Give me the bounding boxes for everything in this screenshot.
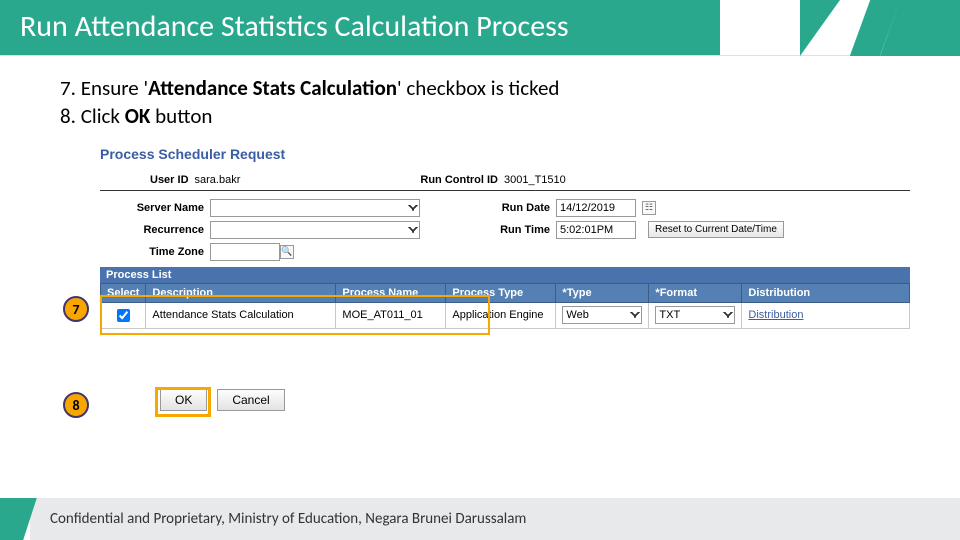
footer-text: Confidential and Proprietary, Ministry o… — [30, 498, 960, 540]
divider — [100, 190, 910, 191]
attendance-stats-checkbox[interactable] — [117, 309, 130, 322]
instruction-step-7: 7. Ensure 'Attendance Stats Calculation'… — [60, 74, 900, 102]
lookup-icon[interactable]: 🔍 — [280, 245, 294, 259]
step-8-num: 8. — [60, 103, 81, 129]
col-distribution: Distribution — [742, 283, 910, 302]
step-8-bold: OK — [125, 103, 151, 129]
col-process-name: Process Name — [336, 283, 446, 302]
step-7-num: 7. — [60, 75, 81, 101]
psr-heading: Process Scheduler Request — [100, 146, 910, 162]
row-process-type: Application Engine — [446, 302, 556, 328]
user-id-label: User ID — [150, 174, 189, 186]
cancel-button[interactable]: Cancel — [217, 389, 284, 411]
calendar-icon[interactable]: ☷ — [642, 201, 656, 215]
recurrence-select[interactable] — [210, 221, 420, 239]
footer: Confidential and Proprietary, Ministry o… — [0, 498, 960, 540]
step-8-text-b: button — [150, 103, 212, 129]
col-description: Description — [146, 283, 336, 302]
run-date-input[interactable] — [556, 199, 636, 217]
recurrence-label: Recurrence — [100, 224, 210, 236]
run-time-label: Run Time — [480, 224, 550, 236]
col-select: Select — [101, 283, 146, 302]
row-description: Attendance Stats Calculation — [146, 302, 336, 328]
row-process-name: MOE_AT011_01 — [336, 302, 446, 328]
step-7-text-b: ' checkbox is ticked — [397, 75, 559, 101]
time-zone-input[interactable] — [210, 243, 280, 261]
slide-title: Run Attendance Statistics Calculation Pr… — [0, 0, 720, 55]
distribution-link[interactable]: Distribution — [748, 309, 803, 321]
ok-button[interactable]: OK — [160, 389, 207, 411]
user-id-value: sara.bakr — [195, 174, 241, 186]
col-type: Type — [562, 287, 591, 299]
type-select[interactable]: Web — [562, 306, 642, 324]
step-7-bold: Attendance Stats Calculation — [148, 75, 397, 101]
callout-7: 7 — [63, 296, 89, 322]
run-control-id-value: 3001_T1510 — [504, 174, 566, 186]
time-zone-label: Time Zone — [100, 246, 210, 258]
dialog-buttons: OK Cancel — [160, 389, 910, 411]
process-scheduler-screenshot: Process Scheduler Request User ID sara.b… — [100, 146, 910, 411]
slide-title-bar: Run Attendance Statistics Calculation Pr… — [0, 0, 960, 56]
col-format: Format — [655, 287, 697, 299]
run-time-input[interactable] — [556, 221, 636, 239]
format-select[interactable]: TXT — [655, 306, 735, 324]
step-7-text-a: Ensure ' — [81, 75, 148, 101]
table-row: Attendance Stats Calculation MOE_AT011_0… — [101, 302, 910, 328]
run-date-label: Run Date — [480, 202, 550, 214]
process-list-table: Select Description Process Name Process … — [100, 283, 910, 329]
instruction-step-8: 8. Click OK button — [60, 102, 900, 130]
step-8-text-a: Click — [81, 103, 125, 129]
instructions: 7. Ensure 'Attendance Stats Calculation'… — [0, 56, 960, 141]
reset-button[interactable]: Reset to Current Date/Time — [648, 221, 784, 238]
title-decor — [720, 0, 960, 56]
server-name-label: Server Name — [100, 202, 210, 214]
psr-top-row: User ID sara.bakr Run Control ID 3001_T1… — [150, 174, 910, 186]
run-control-id-label: Run Control ID — [420, 174, 498, 186]
callout-8: 8 — [63, 392, 89, 418]
server-name-select[interactable] — [210, 199, 420, 217]
col-process-type: Process Type — [446, 283, 556, 302]
table-header-row: Select Description Process Name Process … — [101, 283, 910, 302]
process-list-header: Process List — [100, 267, 910, 283]
